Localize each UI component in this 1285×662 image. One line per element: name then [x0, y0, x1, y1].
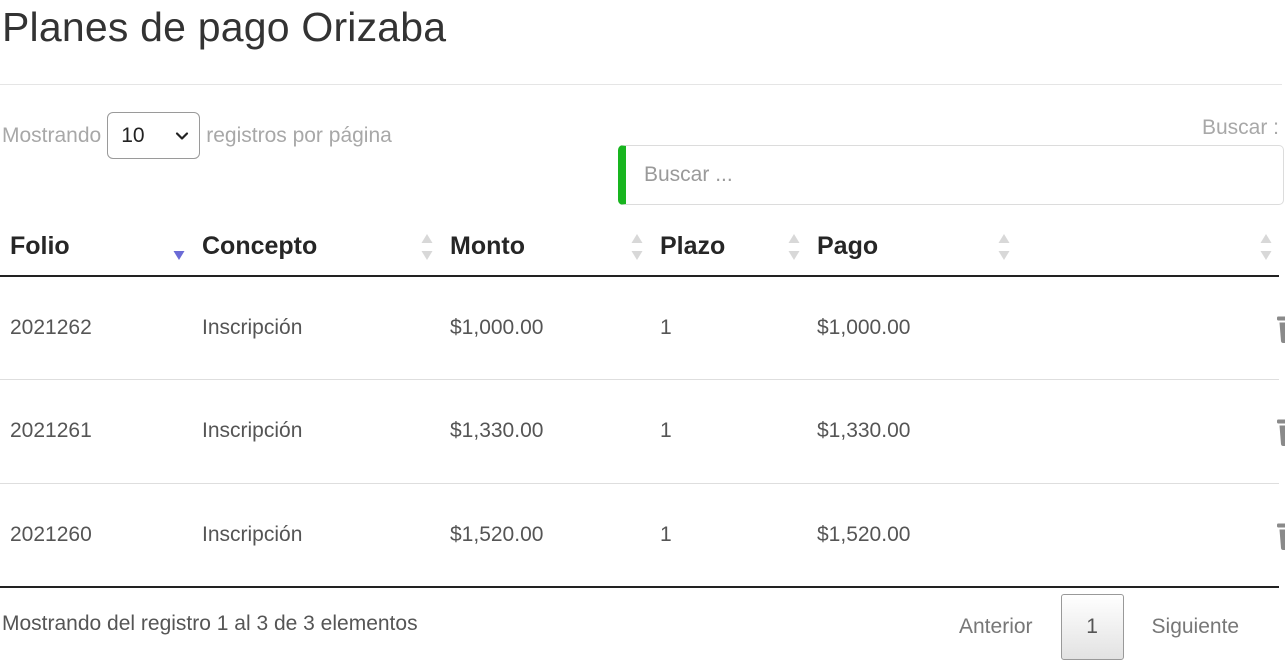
- chevron-down-icon: [176, 131, 189, 140]
- cell-plazo: 1: [650, 483, 807, 588]
- column-header-label: Plazo: [660, 232, 726, 260]
- cell-pago: $1,520.00: [807, 483, 1017, 588]
- cell-monto: $1,520.00: [440, 483, 650, 588]
- sort-icon[interactable]: [997, 233, 1011, 261]
- column-header-plazo[interactable]: Plazo: [650, 218, 807, 277]
- page-title: Planes de pago Orizaba: [2, 4, 447, 50]
- trash-icon[interactable]: [1277, 416, 1285, 447]
- previous-page-button[interactable]: Anterior: [940, 615, 1052, 639]
- cell-folio: 2021262: [0, 276, 192, 380]
- table-header-row: Folio Concepto Monto Plazo Pago: [0, 218, 1279, 277]
- cell-plazo: 1: [650, 276, 807, 380]
- cell-monto: $1,000.00: [440, 276, 650, 380]
- cell-pago: $1,000.00: [807, 276, 1017, 380]
- table-row: 2021260 Inscripción $1,520.00 1 $1,520.0…: [0, 483, 1285, 588]
- table-row: 2021262 Inscripción $1,000.00 1 $1,000.0…: [0, 276, 1285, 380]
- sort-icon[interactable]: [630, 233, 644, 261]
- cell-folio: 2021260: [0, 483, 192, 588]
- cell-folio: 2021261: [0, 379, 192, 484]
- table-info: Mostrando del registro 1 al 3 de 3 eleme…: [2, 612, 418, 635]
- cell-actions: [1017, 276, 1285, 380]
- cell-plazo: 1: [650, 379, 807, 484]
- cell-concepto: Inscripción: [192, 276, 440, 380]
- next-page-button[interactable]: Siguiente: [1133, 615, 1259, 639]
- sort-icon[interactable]: [787, 233, 801, 261]
- title-divider: [0, 84, 1282, 85]
- length-prefix: Mostrando: [2, 123, 102, 147]
- column-header-label: Pago: [817, 232, 879, 260]
- search-label: Buscar :: [1201, 116, 1279, 139]
- page-button-current[interactable]: 1: [1060, 594, 1124, 660]
- column-header-actions[interactable]: [1017, 218, 1279, 277]
- payment-plans-table: Folio Concepto Monto Plazo Pago 2021262 …: [0, 218, 1285, 588]
- cell-monto: $1,330.00: [440, 379, 650, 484]
- sort-icon[interactable]: [420, 233, 434, 261]
- search-placeholder: Buscar ...: [644, 163, 733, 186]
- column-header-label: Folio: [10, 232, 70, 260]
- column-header-concepto[interactable]: Concepto: [192, 218, 440, 277]
- cell-concepto: Inscripción: [192, 379, 440, 484]
- cell-actions: [1017, 483, 1285, 588]
- column-header-monto[interactable]: Monto: [440, 218, 650, 277]
- cell-concepto: Inscripción: [192, 483, 440, 588]
- trash-icon[interactable]: [1277, 520, 1285, 550]
- table-row: 2021261 Inscripción $1,330.00 1 $1,330.0…: [0, 379, 1285, 484]
- search-input[interactable]: Buscar ...: [618, 145, 1284, 205]
- column-header-pago[interactable]: Pago: [807, 218, 1017, 277]
- column-header-label: Monto: [450, 232, 525, 260]
- trash-icon[interactable]: [1277, 313, 1285, 343]
- length-control: Mostrando 10 registros por página: [2, 112, 392, 159]
- column-header-label: Concepto: [202, 232, 318, 260]
- sort-icon[interactable]: [1259, 233, 1273, 261]
- sort-desc-icon[interactable]: [172, 233, 186, 261]
- pagination: Anterior 1 Siguiente: [940, 594, 1258, 660]
- page-length-value: 10: [121, 123, 145, 147]
- cell-actions: [1017, 379, 1285, 484]
- cell-pago: $1,330.00: [807, 379, 1017, 484]
- length-suffix: registros por página: [206, 123, 392, 147]
- column-header-folio[interactable]: Folio: [0, 218, 192, 277]
- page-length-select[interactable]: 10: [107, 112, 201, 159]
